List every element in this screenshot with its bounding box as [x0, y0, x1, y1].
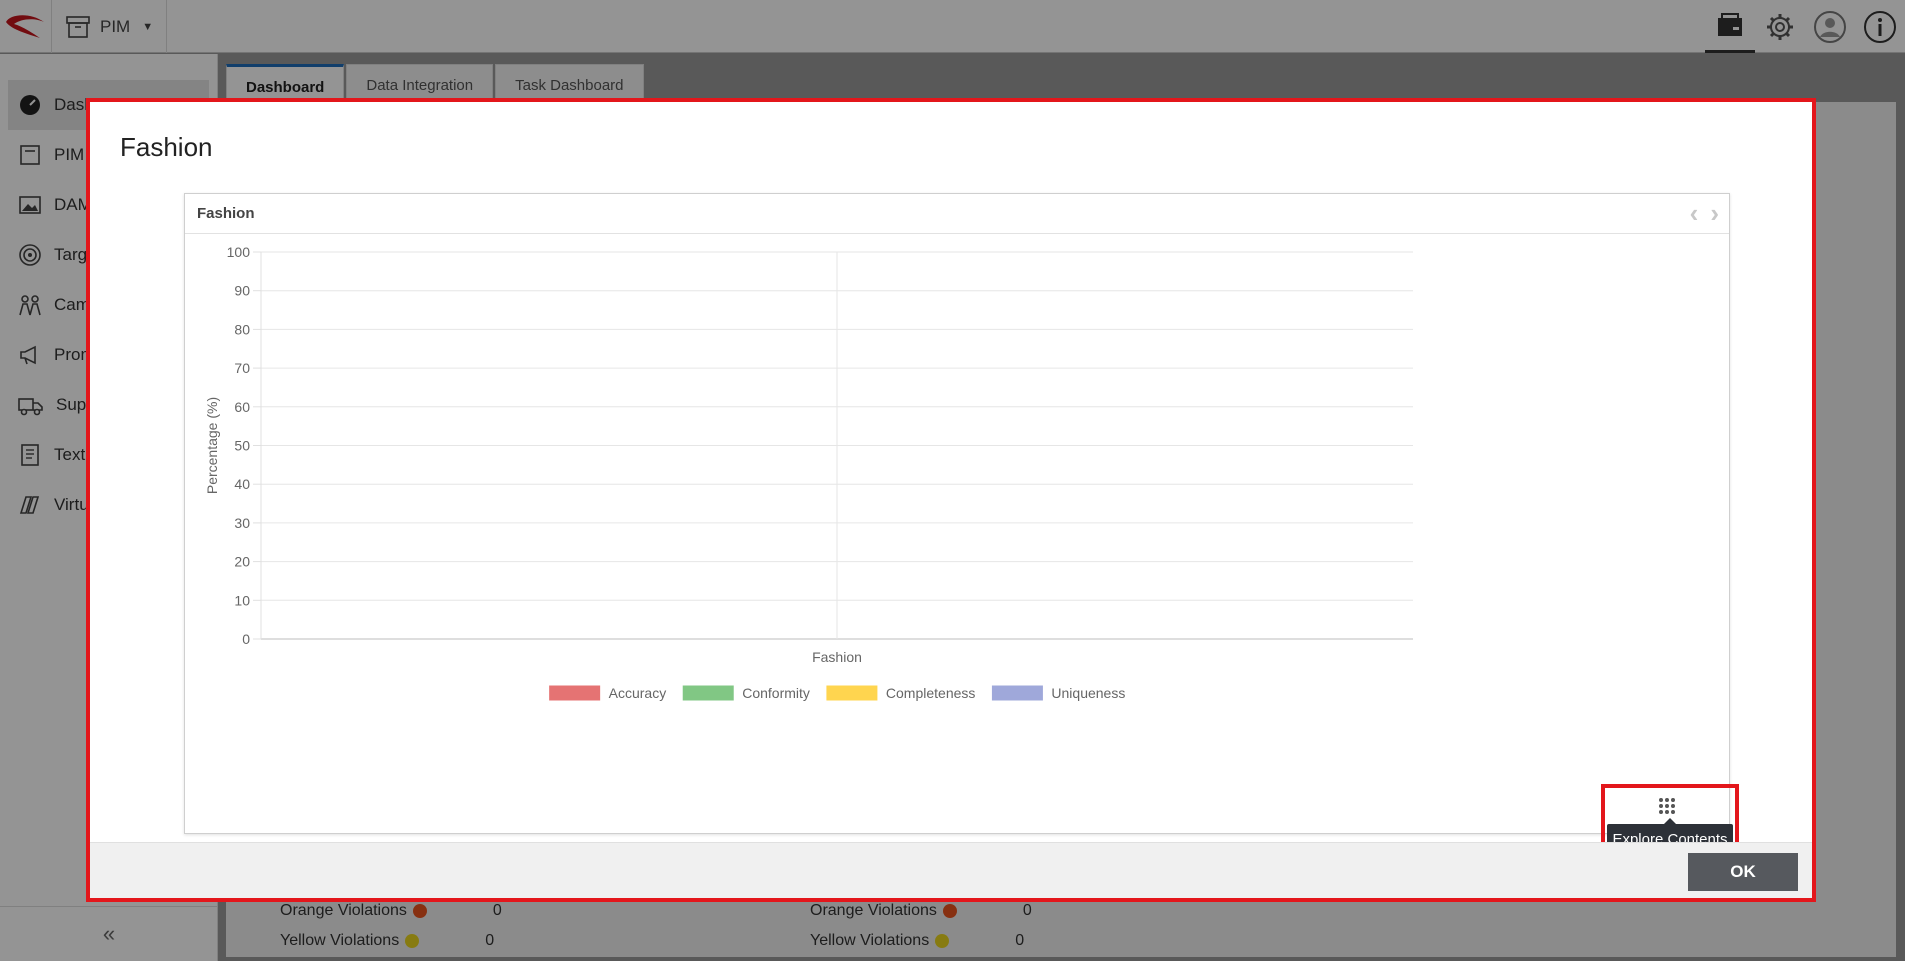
- y-tick-label: 70: [234, 360, 250, 376]
- x-tick-label: Fashion: [812, 649, 862, 665]
- ok-button[interactable]: OK: [1688, 853, 1798, 891]
- y-tick-label: 100: [227, 244, 251, 260]
- card-header: Fashion ‹ ›: [185, 194, 1729, 234]
- y-tick-label: 40: [234, 476, 250, 492]
- legend-label: Completeness: [886, 685, 976, 701]
- fashion-modal: Fashion Fashion ‹ › 0 10 20 30 40 50 60 70 80 90 1…: [86, 98, 1816, 902]
- y-tick-label: 50: [234, 438, 250, 454]
- y-tick-label: 10: [234, 592, 250, 608]
- chevron-left-icon[interactable]: ‹: [1690, 200, 1699, 226]
- legend-label: Conformity: [742, 685, 810, 701]
- legend-swatch: [825, 684, 879, 702]
- y-tick-label: 90: [234, 283, 250, 299]
- modal-title: Fashion: [120, 132, 213, 162]
- legend-label: Uniqueness: [1051, 685, 1125, 701]
- y-axis-label: Percentage (%): [204, 397, 220, 494]
- y-tick-label: 20: [234, 554, 250, 570]
- legend-swatch: [681, 684, 735, 702]
- legend-swatch: [548, 684, 602, 702]
- chevron-right-icon[interactable]: ›: [1710, 200, 1719, 226]
- chart-card: Fashion ‹ › 0 10 20 30 40 50 60 70 80 90 100 Fashio…: [184, 193, 1730, 834]
- legend-label: Accuracy: [609, 685, 667, 701]
- bar-chart: 0 10 20 30 40 50 60 70 80 90 100 Fashion Percentage …: [204, 244, 1413, 702]
- y-tick-label: 60: [234, 399, 250, 415]
- legend-swatch: [990, 684, 1044, 702]
- y-tick-label: 80: [234, 321, 250, 337]
- modal-footer: OK: [90, 842, 1812, 898]
- grid-icon[interactable]: [1658, 797, 1676, 815]
- y-tick-label: 30: [234, 515, 250, 531]
- y-tick-label: 0: [242, 631, 250, 647]
- card-title: Fashion: [197, 205, 255, 222]
